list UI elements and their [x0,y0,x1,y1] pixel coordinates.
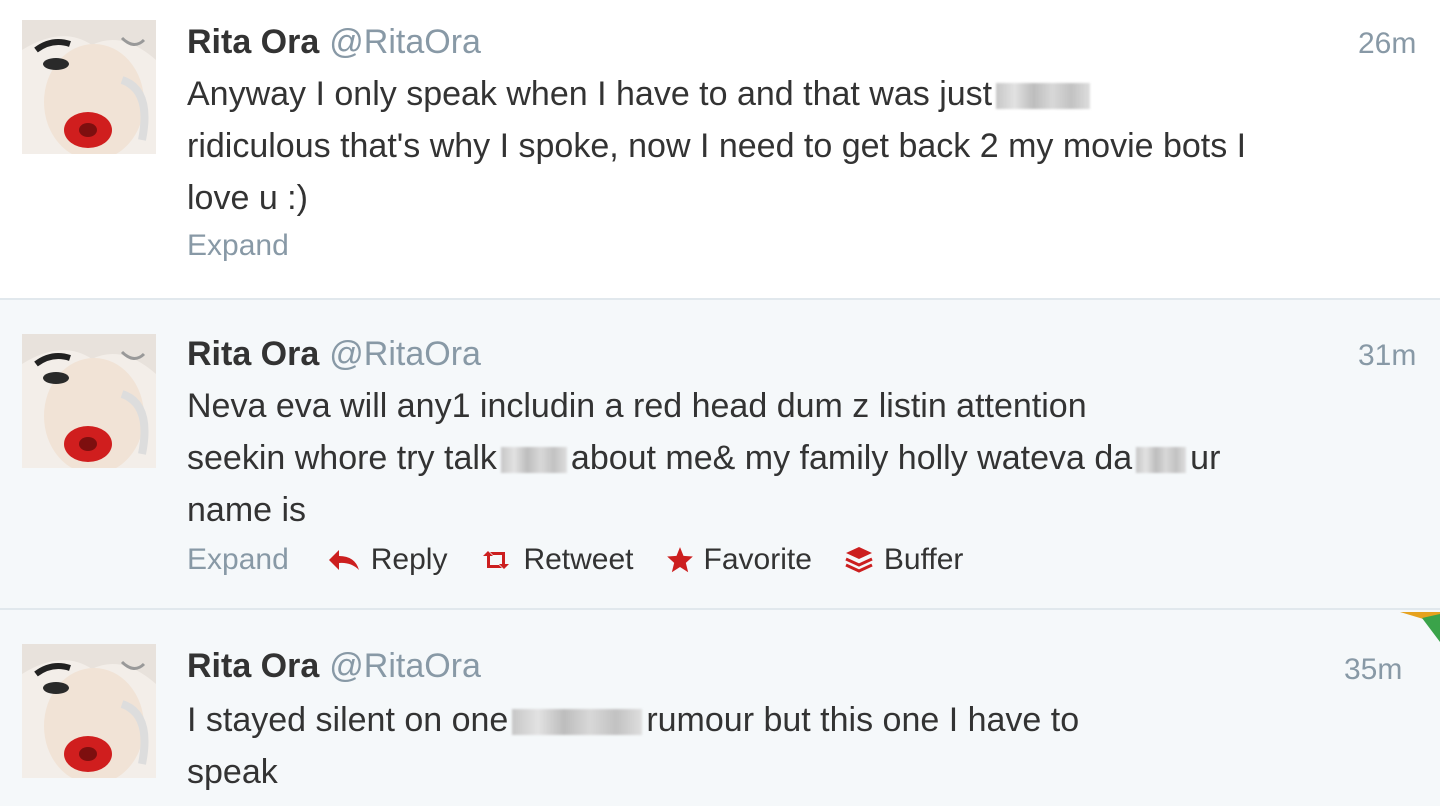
favorite-label: Favorite [703,543,812,576]
censored-word [512,709,643,736]
tweet-text-line: ridiculous that's why I spoke, now I nee… [187,127,1247,165]
retweet-label: Retweet [523,543,634,576]
tweet-text-line: Neva eva will any1 includin a red head d… [187,387,1087,425]
tweet-text: I stayed silent on one rumour but this on… [187,694,1432,798]
expand-link[interactable]: Expand [187,542,289,578]
tweet-timestamp[interactable]: 26m [1358,26,1416,62]
tweet-timestamp[interactable]: 31m [1358,338,1416,374]
author-line: Rita Ora @RitaOra [187,334,481,374]
buffer-label: Buffer [883,543,964,576]
tweet-item[interactable]: Rita Ora @RitaOra 26m Anyway I only speak… [0,0,1440,300]
avatar[interactable] [22,20,156,154]
author-handle[interactable]: @RitaOra [329,647,481,685]
buffer-button[interactable]: Buffer [844,542,964,578]
tweet-text-line: speak [187,753,278,791]
reply-icon [327,548,361,572]
tweet-text-line: love u :) [187,179,308,217]
avatar[interactable] [22,334,156,468]
avatar[interactable] [22,644,156,778]
tweet-timestamp[interactable]: 35m [1344,652,1402,688]
author-name[interactable]: Rita Ora [187,335,319,373]
tweet-text-segment: rumour but this one I have to [646,701,1080,739]
author-handle[interactable]: @RitaOra [329,335,481,373]
tweet-text-segment: seekin whore try talk [187,439,497,477]
author-name[interactable]: Rita Ora [187,23,319,61]
reply-label: Reply [370,543,448,576]
expand-link[interactable]: Expand [187,228,289,264]
tweet-item[interactable]: Rita Ora @RitaOra 35m I stayed silent on … [0,610,1440,806]
corner-ribbon-icon [1400,612,1440,663]
tweet-item[interactable]: Rita Ora @RitaOra 31m Neva eva will any1 … [0,300,1440,610]
tweet-text-segment: ur [1190,439,1221,477]
tweet-text-line: name is [187,491,307,529]
retweet-icon [479,548,513,572]
author-name[interactable]: Rita Ora [187,647,319,685]
retweet-button[interactable]: Retweet [479,542,634,578]
censored-word [1136,447,1187,474]
censored-word [996,83,1091,110]
buffer-icon [844,546,874,574]
tweet-actions: Expand Reply Retweet Favorite Buffer [187,542,995,578]
tweet-text-segment: about me& my family holly wateva da [570,439,1133,477]
star-icon [666,546,694,574]
tweet-text: Neva eva will any1 includin a red head d… [187,380,1432,536]
censored-word [500,447,567,474]
author-handle[interactable]: @RitaOra [329,23,481,61]
author-line: Rita Ora @RitaOra [187,646,481,686]
reply-button[interactable]: Reply [327,542,448,578]
tweet-text-segment: I stayed silent on one [187,701,509,739]
author-line: Rita Ora @RitaOra [187,22,481,62]
tweet-text-line: Anyway I only speak when I have to and t… [187,75,993,113]
favorite-button[interactable]: Favorite [666,542,812,578]
tweet-text: Anyway I only speak when I have to and t… [187,68,1432,224]
